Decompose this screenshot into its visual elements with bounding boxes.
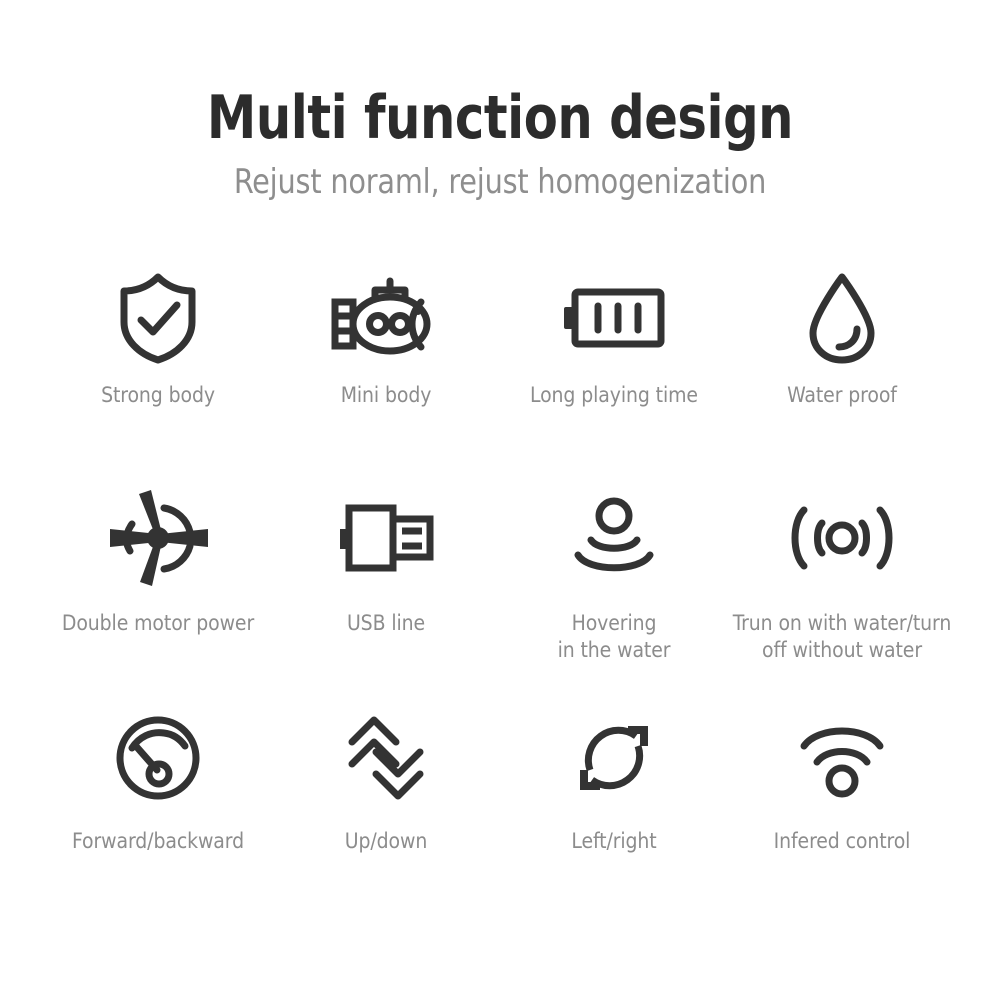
feature-label: Double motor power <box>61 611 255 635</box>
page-header: Multi function design Rejust noraml, rej… <box>0 84 1000 204</box>
feature-label: USB line <box>346 611 426 635</box>
double-chevron-up-down-icon <box>344 708 428 808</box>
feature-item-long-playing-time: Long playing time <box>500 268 728 488</box>
feature-label: Long playing time <box>530 383 698 407</box>
speedometer-icon <box>115 708 201 808</box>
feature-item-infered-control: Infered control <box>728 708 956 928</box>
feature-item-hovering-in-the-water: Hovering in the water <box>500 488 728 708</box>
feature-label: Strong body <box>101 383 215 407</box>
rotate-refresh-icon <box>572 708 656 808</box>
feature-item-up-down: Up/down <box>272 708 500 928</box>
feature-item-double-motor-power: Double motor power <box>44 488 272 708</box>
shield-check-icon <box>115 268 201 368</box>
hovering-waves-icon <box>566 488 662 588</box>
feature-item-water-switch: Trun on with water/turn off without wate… <box>728 488 956 708</box>
feature-item-left-right: Left/right <box>500 708 728 928</box>
feature-item-forward-backward: Forward/backward <box>44 708 272 928</box>
water-drop-icon <box>805 268 879 368</box>
feature-label: Water proof <box>787 383 897 407</box>
feature-label: Hovering in the water <box>557 611 671 662</box>
feature-label: Left/right <box>571 829 657 853</box>
feature-highlights-page: Multi function design Rejust noraml, rej… <box>0 0 1000 1000</box>
wifi-infrared-icon <box>798 708 886 808</box>
usb-connector-icon <box>338 488 434 588</box>
feature-grid: Strong body Mini body Long playing time … <box>44 268 956 928</box>
page-subtitle: Rejust noraml, rejust homogenization <box>233 162 767 202</box>
feature-item-mini-body: Mini body <box>272 268 500 488</box>
page-title: Multi function design <box>206 83 794 153</box>
feature-item-water-proof: Water proof <box>728 268 956 488</box>
propeller-icon <box>104 488 212 588</box>
feature-label: Trun on with water/turn off without wate… <box>732 611 952 662</box>
feature-label: Infered control <box>773 829 911 853</box>
feature-label: Mini body <box>340 383 432 407</box>
feature-label: Forward/backward <box>72 829 244 853</box>
battery-icon <box>562 268 666 368</box>
submarine-icon <box>330 268 442 368</box>
signal-waves-icon <box>790 488 894 588</box>
feature-label: Up/down <box>344 829 428 853</box>
feature-item-usb-line: USB line <box>272 488 500 708</box>
feature-item-strong-body: Strong body <box>44 268 272 488</box>
